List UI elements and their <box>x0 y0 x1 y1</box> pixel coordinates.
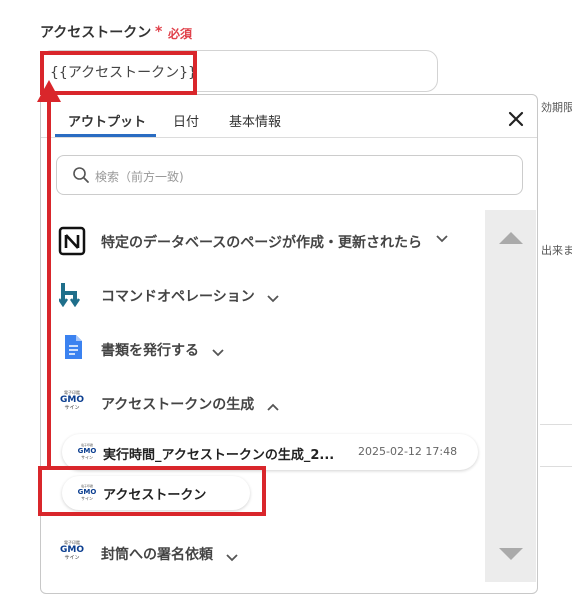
side-label-possible: 出来ま <box>541 244 572 257</box>
scrollbar-track[interactable] <box>485 210 536 582</box>
annotation-arrow-icon <box>37 80 61 106</box>
gmo-sign-icon: 電子印鑑 GMO サイン <box>77 443 97 460</box>
side-divider <box>540 424 572 425</box>
scroll-down-icon[interactable] <box>497 546 525 566</box>
chevron-down-icon[interactable] <box>436 234 448 247</box>
close-icon[interactable] <box>506 108 526 130</box>
tab-output[interactable]: アウトプット <box>68 111 146 130</box>
chevron-down-icon[interactable] <box>226 548 238 567</box>
active-tab-indicator <box>55 134 156 137</box>
item-label-envelope-signing[interactable]: 封筒への署名依頼 <box>101 544 213 564</box>
gmo-sign-icon: 電子印鑑 GMO サイン <box>60 540 84 561</box>
tab-divider <box>41 137 537 138</box>
tab-date[interactable]: 日付 <box>173 111 199 130</box>
side-divider <box>540 466 572 467</box>
tab-basic-info[interactable]: 基本情報 <box>229 111 281 130</box>
item-label-notion[interactable]: 特定のデータベースのページが作成・更新されたら <box>101 232 422 252</box>
required-asterisk: * <box>155 24 163 40</box>
output-option-label: 実行時間_アクセストークンの生成_2... <box>103 448 335 463</box>
chevron-up-icon[interactable] <box>267 397 279 416</box>
search-placeholder: 検索（前方一致) <box>95 170 184 184</box>
search-icon <box>72 166 90 188</box>
output-option-timestamp: 2025-02-12 17:48 <box>358 445 458 458</box>
scroll-up-icon[interactable] <box>497 230 525 250</box>
item-label-command-operation[interactable]: コマンドオペレーション <box>101 286 255 306</box>
highlight-box-output <box>38 466 266 516</box>
field-label: アクセストークン <box>40 25 152 41</box>
side-label-expiry: 効期限 <box>541 101 572 114</box>
chevron-down-icon[interactable] <box>212 343 224 362</box>
notion-icon <box>58 226 86 260</box>
highlight-box-input <box>40 51 197 95</box>
command-operation-icon <box>57 281 85 311</box>
item-label-access-token-generation[interactable]: アクセストークンの生成 <box>101 394 254 414</box>
annotation-arrow-line <box>47 98 51 468</box>
item-label-issue-document[interactable]: 書類を発行する <box>101 340 199 360</box>
required-label: 必須 <box>168 27 193 41</box>
chevron-down-icon[interactable] <box>267 289 279 308</box>
google-docs-icon <box>63 334 83 364</box>
gmo-sign-icon: 電子印鑑 GMO サイン <box>60 390 84 411</box>
